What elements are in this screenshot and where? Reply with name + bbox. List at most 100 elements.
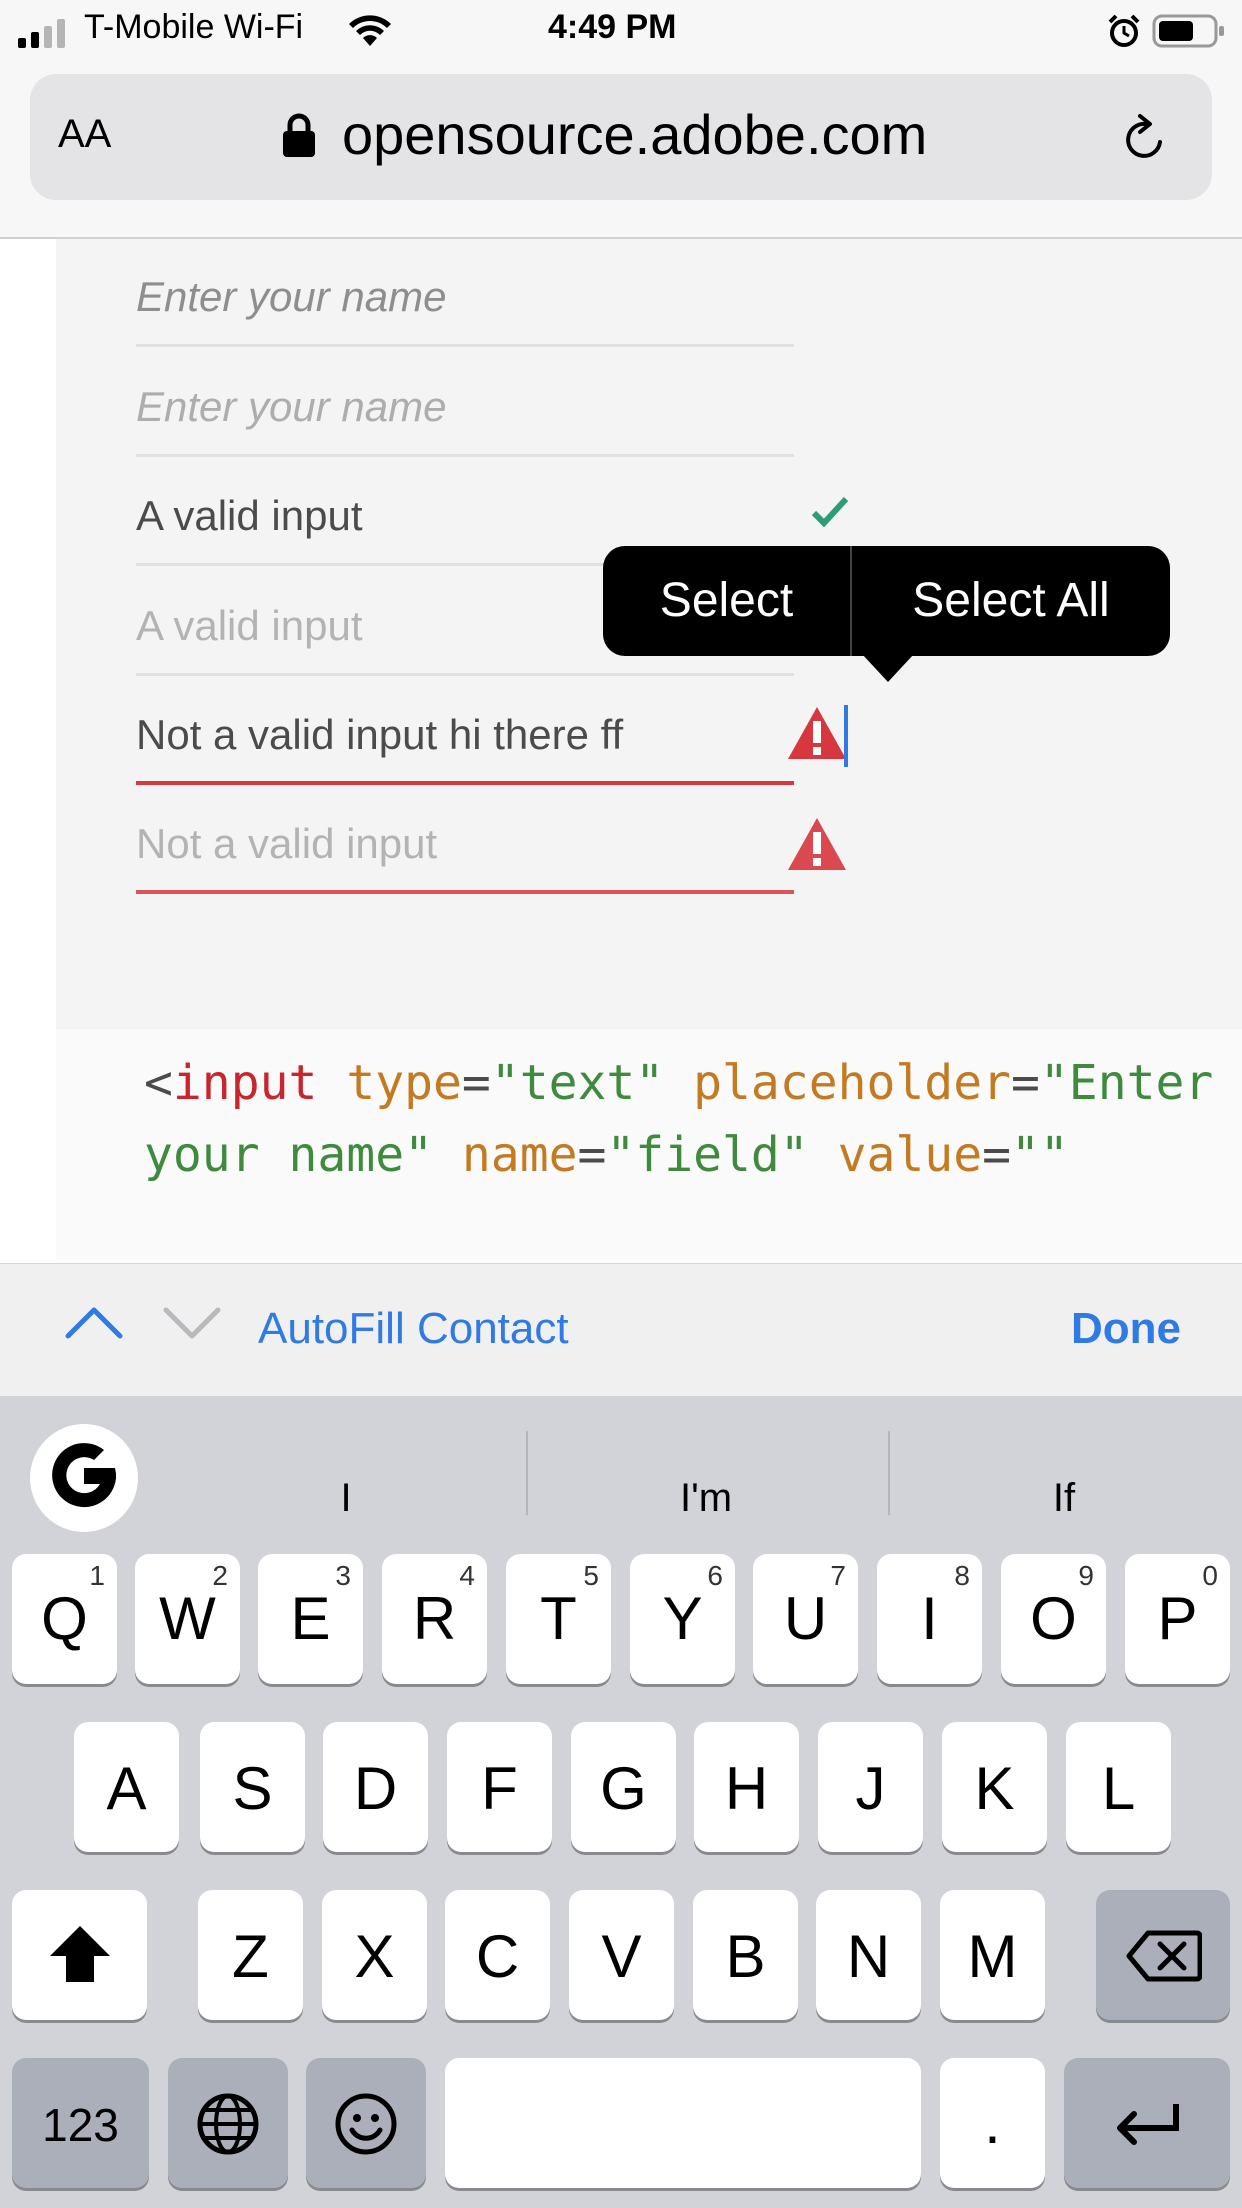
key-p[interactable]: P0 bbox=[1125, 1554, 1230, 1684]
google-keyboard-button[interactable] bbox=[30, 1424, 138, 1532]
shift-key[interactable] bbox=[12, 1890, 147, 2020]
key-c[interactable]: C bbox=[445, 1890, 550, 2020]
key-m[interactable]: M bbox=[940, 1890, 1045, 2020]
key-label: O bbox=[1030, 1585, 1077, 1652]
key-label: V bbox=[601, 1923, 642, 1990]
emoji-key[interactable] bbox=[306, 2058, 426, 2188]
name-field-placeholder[interactable]: Enter your name bbox=[136, 239, 794, 347]
key-label: N bbox=[846, 1923, 891, 1990]
chevron-up-icon[interactable] bbox=[64, 1304, 124, 1340]
globe-key[interactable] bbox=[168, 2058, 288, 2188]
key-label: T bbox=[540, 1585, 577, 1652]
delete-key[interactable] bbox=[1096, 1890, 1230, 2020]
reload-icon[interactable] bbox=[1120, 112, 1170, 166]
key-label: W bbox=[159, 1585, 216, 1652]
url-domain: opensource.adobe.com bbox=[342, 103, 928, 166]
clock: 4:49 PM bbox=[548, 8, 677, 46]
key-q[interactable]: Q1 bbox=[12, 1554, 117, 1684]
address-bar[interactable]: AA opensource.adobe.com bbox=[30, 74, 1212, 200]
key-number: 6 bbox=[707, 1560, 723, 1591]
key-d[interactable]: D bbox=[323, 1722, 428, 1852]
field-value: Not a valid input hi there ff bbox=[136, 711, 624, 758]
space-bar[interactable] bbox=[445, 2058, 921, 2188]
key-n[interactable]: N bbox=[816, 1890, 921, 2020]
key-label: D bbox=[353, 1755, 398, 1822]
key-s[interactable]: S bbox=[200, 1722, 305, 1852]
key-label: E bbox=[290, 1585, 331, 1652]
key-x[interactable]: X bbox=[322, 1890, 427, 2020]
key-g[interactable]: G bbox=[571, 1722, 676, 1852]
select-button[interactable]: Select bbox=[603, 546, 850, 656]
suggestion[interactable]: If bbox=[914, 1476, 1214, 1521]
web-page: Enter your name Enter your name A valid … bbox=[0, 239, 1242, 1263]
suggestion-divider bbox=[526, 1431, 528, 1515]
key-e[interactable]: E3 bbox=[258, 1554, 363, 1684]
key-label: K bbox=[974, 1755, 1015, 1822]
field-value: Not a valid input bbox=[136, 820, 438, 867]
key-o[interactable]: O9 bbox=[1001, 1554, 1106, 1684]
key-j[interactable]: J bbox=[818, 1722, 923, 1852]
key-k[interactable]: K bbox=[942, 1722, 1047, 1852]
google-g-icon bbox=[52, 1443, 117, 1508]
key-label: H bbox=[724, 1755, 769, 1822]
key-f[interactable]: F bbox=[447, 1722, 552, 1852]
field-placeholder-text: Enter your name bbox=[136, 273, 447, 320]
chevron-down-icon[interactable] bbox=[162, 1306, 222, 1342]
warning-icon bbox=[788, 707, 846, 759]
key-label: I bbox=[921, 1585, 938, 1652]
menu-pointer bbox=[862, 654, 914, 682]
backspace-icon bbox=[1126, 1930, 1202, 1982]
code-token: input bbox=[172, 1055, 318, 1111]
invalid-field-disabled: Not a valid input bbox=[136, 786, 846, 894]
key-u[interactable]: U7 bbox=[753, 1554, 858, 1684]
key-label: C bbox=[475, 1923, 520, 1990]
field-underline bbox=[136, 454, 794, 457]
suggestion[interactable]: I'm bbox=[556, 1476, 856, 1521]
key-i[interactable]: I8 bbox=[877, 1554, 982, 1684]
key-w[interactable]: W2 bbox=[135, 1554, 240, 1684]
code-token: "Enter bbox=[1039, 1055, 1214, 1111]
key-r[interactable]: R4 bbox=[382, 1554, 487, 1684]
key-number: 9 bbox=[1078, 1560, 1094, 1591]
key-a[interactable]: A bbox=[74, 1722, 179, 1852]
period-key[interactable]: . bbox=[940, 2058, 1045, 2188]
field-placeholder-text: Enter your name bbox=[136, 383, 447, 430]
key-b[interactable]: B bbox=[693, 1890, 798, 2020]
shift-icon bbox=[50, 1926, 110, 1982]
autofill-contact-button[interactable]: AutoFill Contact bbox=[258, 1304, 569, 1354]
done-button[interactable]: Done bbox=[1071, 1304, 1181, 1354]
alarm-icon bbox=[1108, 14, 1140, 47]
key-label: Q bbox=[41, 1585, 88, 1652]
text-size-button[interactable]: AA bbox=[58, 112, 111, 157]
lock-icon bbox=[283, 113, 315, 157]
select-all-button[interactable]: Select All bbox=[852, 546, 1170, 656]
code-token: = bbox=[1011, 1055, 1040, 1111]
numbers-key[interactable]: 123 bbox=[12, 2058, 149, 2188]
code-token: = bbox=[461, 1055, 491, 1111]
keyboard-accessory-bar: AutoFill Contact Done bbox=[0, 1263, 1242, 1397]
key-label: S bbox=[232, 1755, 273, 1822]
name-field-placeholder-disabled: Enter your name bbox=[136, 349, 794, 457]
key-label: L bbox=[1101, 1755, 1136, 1822]
battery-icon bbox=[1152, 14, 1224, 48]
code-token: "text" bbox=[490, 1055, 665, 1111]
code-token: < bbox=[144, 1055, 173, 1111]
carrier-name: T-Mobile Wi-Fi bbox=[84, 8, 304, 46]
code-line-2: your name" name="field" value="" bbox=[144, 1127, 1069, 1183]
code-token: your name" bbox=[144, 1127, 433, 1183]
key-y[interactable]: Y6 bbox=[630, 1554, 735, 1684]
key-l[interactable]: L bbox=[1066, 1722, 1171, 1852]
code-token: "" bbox=[1011, 1127, 1069, 1183]
key-v[interactable]: V bbox=[569, 1890, 674, 2020]
invalid-field-focused[interactable]: Not a valid input hi there ff bbox=[136, 677, 848, 785]
key-h[interactable]: H bbox=[694, 1722, 799, 1852]
emoji-icon bbox=[335, 2093, 397, 2155]
return-key[interactable] bbox=[1064, 2058, 1230, 2188]
key-z[interactable]: Z bbox=[198, 1890, 303, 2020]
key-t[interactable]: T5 bbox=[506, 1554, 611, 1684]
key-number: 2 bbox=[212, 1560, 228, 1591]
suggestion[interactable]: I bbox=[196, 1476, 496, 1521]
field-underline bbox=[136, 344, 794, 347]
key-number: 7 bbox=[830, 1560, 846, 1591]
key-label: 123 bbox=[42, 2099, 119, 2151]
